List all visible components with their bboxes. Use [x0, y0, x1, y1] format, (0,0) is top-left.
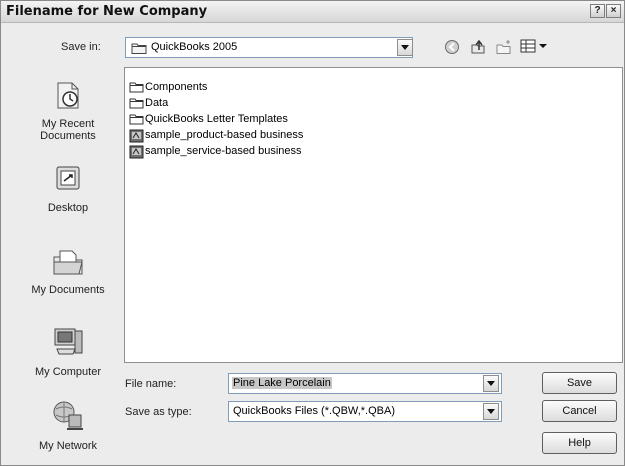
chevron-down-icon: [401, 45, 409, 50]
file-name: sample_product-based business: [145, 129, 304, 141]
up-folder-icon[interactable]: [470, 39, 486, 58]
help-title-button[interactable]: ?: [590, 4, 605, 18]
save-in-value: QuickBooks 2005: [151, 41, 238, 53]
file-name: sample_service-based business: [145, 145, 302, 157]
place-label: My Computer: [34, 366, 102, 378]
save-as-type-dropdown-button[interactable]: [483, 403, 499, 420]
help-button[interactable]: Help: [542, 432, 617, 454]
place-label: Documents: [40, 130, 96, 142]
folder-icon: [129, 81, 144, 96]
save-dialog: Filename for New Company ? × Save in: Qu…: [0, 0, 625, 466]
place-label: My Documents: [31, 284, 105, 296]
save-as-type-select[interactable]: QuickBooks Files (*.QBW,*.QBA): [228, 401, 502, 422]
new-folder-icon[interactable]: [495, 39, 513, 58]
place-recent-documents[interactable]: My Recent Documents: [19, 79, 117, 142]
file-list[interactable]: Components Data QuickBooks Letter Templa…: [124, 67, 623, 363]
place-label: My Recent: [41, 118, 95, 130]
quickbooks-file-icon: [129, 129, 144, 146]
place-my-network[interactable]: My Network: [19, 399, 117, 452]
place-my-computer[interactable]: My Computer: [19, 325, 117, 378]
views-menu-icon[interactable]: [520, 38, 548, 57]
save-in-label: Save in:: [61, 41, 101, 53]
cancel-button[interactable]: Cancel: [542, 400, 617, 422]
save-in-combo[interactable]: QuickBooks 2005: [125, 37, 413, 58]
folder-icon: [129, 97, 144, 112]
my-documents-icon: [19, 245, 117, 280]
file-name-input[interactable]: Pine Lake Porcelain: [228, 373, 502, 394]
file-name-label: File name:: [125, 378, 177, 390]
title-bar: Filename for New Company ? ×: [1, 1, 624, 23]
place-my-documents[interactable]: My Documents: [19, 245, 117, 296]
my-computer-icon: [19, 325, 117, 362]
save-button[interactable]: Save: [542, 372, 617, 394]
quickbooks-file-icon: [129, 145, 144, 162]
file-name-dropdown-button[interactable]: [483, 375, 499, 392]
save-in-dropdown-button[interactable]: [397, 39, 413, 56]
close-title-button[interactable]: ×: [606, 4, 621, 18]
file-name: Data: [145, 97, 169, 109]
chevron-down-icon: [487, 381, 495, 386]
file-name: QuickBooks Letter Templates: [145, 113, 288, 125]
folder-icon: [129, 113, 144, 128]
place-desktop[interactable]: Desktop: [19, 163, 117, 214]
places-bar: My Recent Documents Desktop My Documents…: [19, 67, 117, 459]
place-label: Desktop: [47, 202, 89, 214]
back-icon[interactable]: [444, 39, 460, 58]
recent-documents-icon: [19, 79, 117, 114]
dialog-title: Filename for New Company: [6, 4, 208, 19]
save-as-type-label: Save as type:: [125, 406, 192, 418]
my-network-icon: [19, 399, 117, 436]
place-label: My Network: [38, 440, 98, 452]
file-name-value: Pine Lake Porcelain: [232, 377, 332, 389]
desktop-icon: [19, 163, 117, 198]
chevron-down-icon: [487, 409, 495, 414]
folder-icon: [131, 42, 147, 57]
save-as-type-value: QuickBooks Files (*.QBW,*.QBA): [233, 405, 395, 417]
file-name: Components: [145, 81, 208, 93]
